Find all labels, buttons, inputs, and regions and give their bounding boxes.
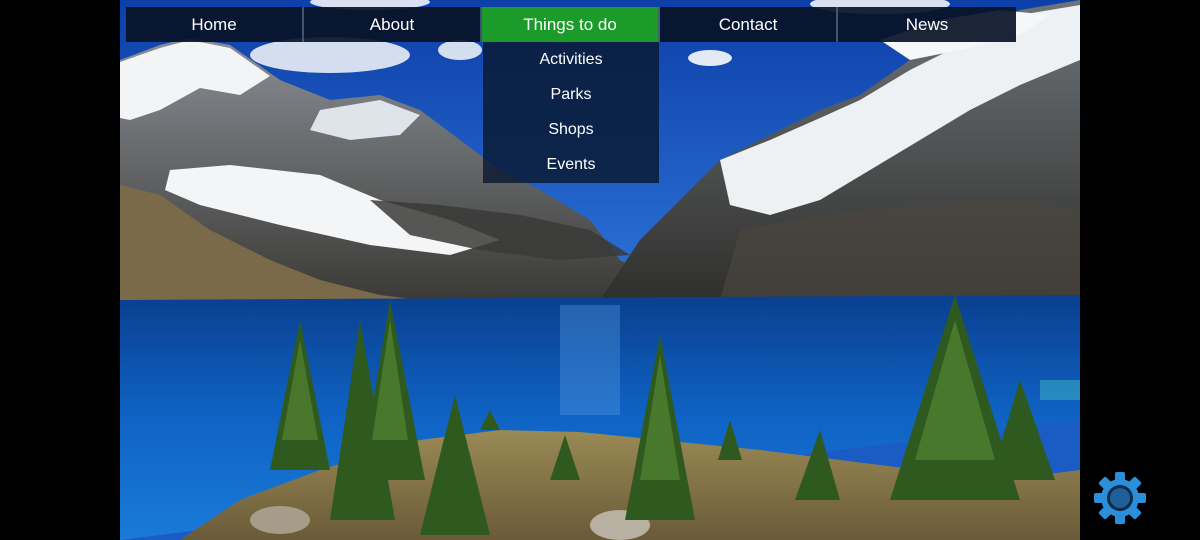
dropdown-item-parks[interactable]: Parks	[483, 77, 659, 112]
dropdown-item-events[interactable]: Events	[483, 148, 659, 183]
things-to-do-dropdown: Activities Parks Shops Events	[483, 42, 659, 183]
gear-icon[interactable]	[1092, 470, 1148, 526]
dropdown-item-activities[interactable]: Activities	[483, 42, 659, 77]
nav-item-contact[interactable]: Contact	[660, 7, 838, 42]
nav-item-about[interactable]: About	[304, 7, 482, 42]
main-navigation: Home About Things to do Contact News	[126, 7, 1018, 42]
page-viewport: Home About Things to do Contact News Act…	[120, 0, 1080, 540]
nav-item-home[interactable]: Home	[126, 7, 304, 42]
nav-item-news[interactable]: News	[838, 7, 1016, 42]
nav-item-things-to-do[interactable]: Things to do	[482, 7, 660, 42]
dropdown-item-shops[interactable]: Shops	[483, 113, 659, 148]
